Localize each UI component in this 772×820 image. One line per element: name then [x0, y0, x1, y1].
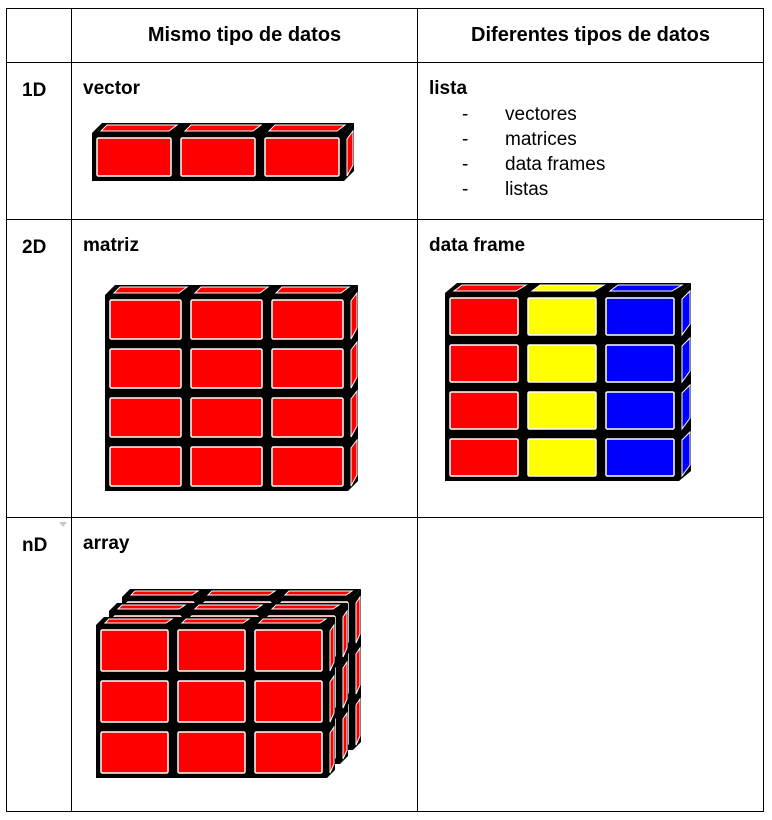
matrix-cell	[271, 397, 344, 438]
array-side-cell	[329, 623, 335, 672]
vector-top-cell	[183, 124, 263, 132]
array-cell	[254, 680, 323, 723]
array-cell	[254, 629, 323, 672]
matrix-cell	[190, 348, 263, 389]
array-side-cell	[329, 725, 335, 774]
data-frame-cell	[449, 297, 519, 336]
vector-cell	[264, 137, 340, 177]
array-top-cell	[206, 590, 277, 596]
row-label-nd-text: nD	[22, 535, 48, 556]
matrix-top-cell	[193, 286, 270, 294]
matrix-top-cell	[274, 286, 351, 294]
matrix-cell	[109, 348, 182, 389]
array-top-cell	[180, 618, 251, 624]
array-side-cell	[355, 646, 361, 695]
array-cell	[100, 680, 169, 723]
list-items: vectores matrices data frames listas	[462, 102, 605, 202]
vector-top-cell	[99, 124, 179, 132]
array-cell	[254, 731, 323, 774]
dropdown-marker-icon	[59, 522, 67, 527]
list-title: lista	[429, 78, 468, 99]
matrix-cell	[109, 446, 182, 487]
array-cell	[177, 629, 246, 672]
array-top-cell	[257, 618, 328, 624]
array-cell	[100, 731, 169, 774]
matrix-cell	[271, 299, 344, 340]
row-2d: 2D matriz data frame	[6, 219, 764, 518]
data-frame-cell	[449, 391, 519, 430]
data-frame-top-cell	[608, 284, 684, 292]
matrix-cell	[109, 397, 182, 438]
data-frame-top-cell	[452, 284, 528, 292]
data-frame-layer	[445, 283, 691, 481]
matrix-top-cell	[112, 286, 189, 294]
data-frame-cell	[527, 297, 597, 336]
array-top-cell	[193, 604, 264, 610]
array-top-cell	[103, 618, 174, 624]
header-different-types: Diferentes tipos de datos	[417, 8, 764, 63]
list-item: data frames	[462, 152, 605, 177]
array-side-cell	[342, 609, 348, 658]
array-top-cell	[270, 604, 341, 610]
data-structures-table: Mismo tipo de datos Diferentes tipos de …	[6, 8, 764, 812]
cell-array: array	[71, 517, 418, 812]
data-frame-cell	[605, 391, 675, 430]
array-side-cell	[342, 711, 348, 760]
data-frame-cell	[605, 344, 675, 383]
data-frame-cell	[527, 438, 597, 477]
cell-matrix: matriz	[71, 219, 418, 518]
matrix-cell	[190, 446, 263, 487]
array-side-cell	[329, 674, 335, 723]
array-layer	[96, 617, 335, 778]
row-label-nd: nD	[6, 517, 72, 812]
matrix-cell	[190, 397, 263, 438]
array-cell	[100, 629, 169, 672]
matrix-layer	[105, 285, 358, 491]
list-item: vectores	[462, 102, 605, 127]
row-nd: nD array	[6, 517, 764, 812]
row-label-2d: 2D	[6, 219, 72, 518]
data-frame-cell	[605, 438, 675, 477]
array-top-cell	[129, 590, 200, 596]
array-cell	[177, 680, 246, 723]
data-frame-cell	[449, 438, 519, 477]
cell-empty	[417, 517, 764, 812]
header-corner	[6, 8, 72, 63]
list-item: listas	[462, 177, 605, 202]
matrix-cell	[271, 348, 344, 389]
vector-cell	[180, 137, 256, 177]
data-frame-cell	[527, 344, 597, 383]
matrix-diagram	[105, 285, 358, 491]
data-frame-cell	[527, 391, 597, 430]
row-label-1d: 1D	[6, 62, 72, 220]
vector-layer	[92, 123, 354, 181]
matrix-cell	[190, 299, 263, 340]
row-1d: 1D vector lista vectores matrices data f…	[6, 62, 764, 220]
array-side-cell	[355, 697, 361, 746]
data-frame-cell	[605, 297, 675, 336]
array-top-cell	[283, 590, 354, 596]
array-side-cell	[355, 595, 361, 644]
list-item: matrices	[462, 127, 605, 152]
cell-list: lista vectores matrices data frames list…	[417, 62, 764, 220]
array-side-cell	[342, 660, 348, 709]
data-frame-diagram	[445, 283, 691, 481]
vector-diagram	[92, 123, 354, 181]
array-top-cell	[116, 604, 187, 610]
vector-top-cell	[267, 124, 347, 132]
array-diagram	[96, 589, 361, 778]
cell-data-frame: data frame	[417, 219, 764, 518]
data-frame-cell	[449, 344, 519, 383]
matrix-cell	[109, 299, 182, 340]
cell-vector: vector	[71, 62, 418, 220]
header-row: Mismo tipo de datos Diferentes tipos de …	[6, 8, 764, 63]
header-same-type: Mismo tipo de datos	[71, 8, 418, 63]
matrix-cell	[271, 446, 344, 487]
array-cell	[177, 731, 246, 774]
data-frame-top-cell	[530, 284, 606, 292]
vector-cell	[96, 137, 172, 177]
